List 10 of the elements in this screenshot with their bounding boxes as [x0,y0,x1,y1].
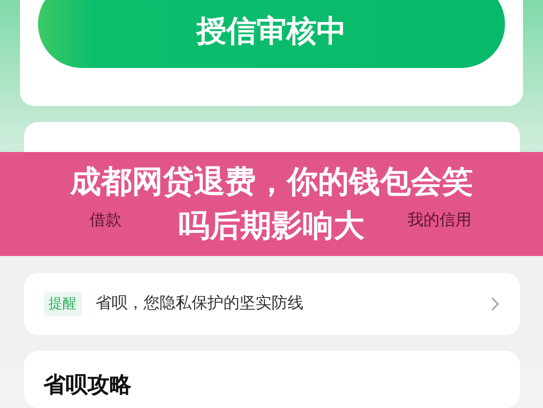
banner-title: 吗后期影响大 [178,207,364,246]
shortcut-label[interactable]: 借款 [90,210,122,232]
notice-row[interactable]: 提醒 省呗，您隐私保护的坚实防线 [24,273,520,335]
shortcut-label[interactable]: 我的信用 [408,210,472,232]
guide-title: 省呗攻略 [44,372,132,398]
notice-text: 省呗，您隐私保护的坚实防线 [96,293,304,314]
chevron-right-icon [490,296,500,312]
notice-tag: 提醒 [44,292,82,316]
banner-title: 成都网贷退费，你的钱包会笑 [70,163,473,202]
status-button[interactable]: 授信审核中 [38,0,505,68]
